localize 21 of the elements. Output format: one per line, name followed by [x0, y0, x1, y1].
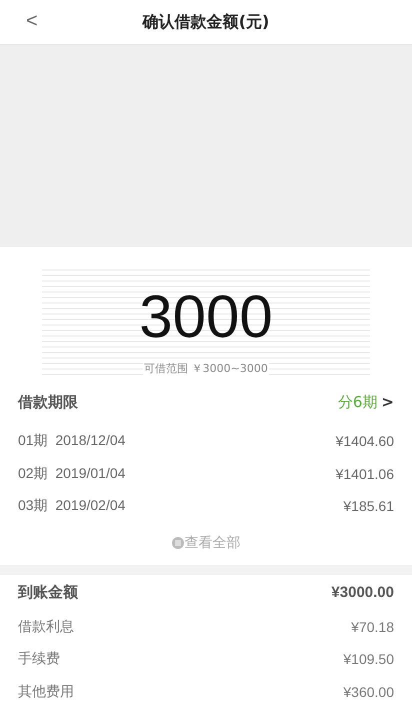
summary-label: 借款利息	[18, 618, 74, 636]
summary-value: ¥3000.00	[331, 584, 394, 601]
installment-amount: ¥185.61	[343, 498, 394, 514]
summary-label: 手续费	[18, 650, 60, 668]
term-label: 借款期限	[18, 392, 78, 412]
back-button[interactable]: <	[26, 10, 38, 33]
summary-value: ¥109.50	[343, 651, 394, 668]
loan-amount: 3000	[139, 287, 273, 347]
installment-amount: ¥1404.60	[336, 433, 394, 450]
summary-value: ¥70.18	[351, 618, 394, 635]
summary-label: 其他费用	[18, 682, 74, 701]
summary-value: ¥360.00	[343, 684, 394, 700]
list-icon	[172, 536, 184, 548]
installment-date: 03期 2019/02/04	[18, 497, 126, 516]
installment-amount: ¥1401.06	[336, 466, 394, 482]
installment-date: 01期 2018/12/04	[18, 432, 126, 450]
page-title: 确认借款金额(元)	[142, 12, 270, 32]
term-selector[interactable]: 分6期 >	[338, 392, 394, 412]
installment-date: 02期 2019/01/04	[18, 464, 126, 483]
summary-label: 到账金额	[18, 583, 78, 602]
range-text: 可借范围 ￥3000~3000	[143, 361, 269, 376]
